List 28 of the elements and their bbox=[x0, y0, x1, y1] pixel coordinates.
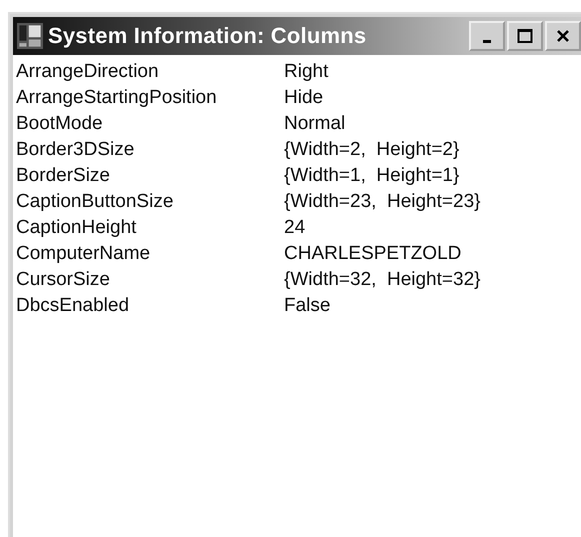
property-value: {Width=32, Height=32} bbox=[284, 269, 480, 291]
property-name: ArrangeStartingPosition bbox=[16, 87, 218, 109]
property-value: {Width=2, Height=2} bbox=[284, 139, 460, 161]
maximize-icon bbox=[517, 28, 533, 44]
property-name: BootMode bbox=[16, 113, 104, 135]
property-value: False bbox=[284, 295, 330, 317]
property-name: CursorSize bbox=[16, 269, 111, 291]
property-value: CHARLESPETZOLD bbox=[284, 243, 462, 265]
property-name: ComputerName bbox=[16, 243, 152, 265]
window-title: System Information: Columns bbox=[48, 23, 366, 49]
maximize-button[interactable] bbox=[507, 21, 543, 51]
property-name: CaptionHeight bbox=[16, 217, 138, 239]
minimize-button[interactable] bbox=[469, 21, 505, 51]
property-name: DbcsEnabled bbox=[16, 295, 130, 317]
app-icon bbox=[17, 23, 43, 49]
property-value: Right bbox=[284, 61, 328, 83]
property-name: CaptionButtonSize bbox=[16, 191, 174, 213]
property-value: {Width=1, Height=1} bbox=[284, 165, 460, 187]
property-name: Border3DSize bbox=[16, 139, 136, 161]
close-icon bbox=[555, 28, 571, 44]
property-name: ArrangeDirection bbox=[16, 61, 160, 83]
property-name: BorderSize bbox=[16, 165, 111, 187]
close-button[interactable] bbox=[545, 21, 581, 51]
property-value: Normal bbox=[284, 113, 346, 135]
minimize-icon bbox=[483, 40, 491, 42]
property-value: 24 bbox=[284, 217, 306, 239]
property-value: Hide bbox=[284, 87, 324, 109]
property-value: {Width=23, Height=23} bbox=[284, 191, 480, 213]
